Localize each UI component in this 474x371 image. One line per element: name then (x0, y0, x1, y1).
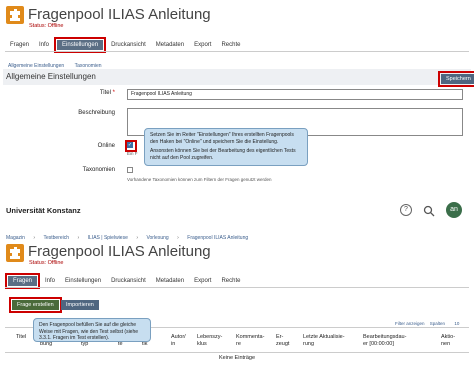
highlight-box: Frage erstellen (9, 297, 62, 313)
breadcrumb-item[interactable]: Magazin (6, 235, 25, 241)
rows-per-page[interactable]: 10 (454, 321, 459, 326)
description-label: Beschreibung (78, 110, 115, 116)
breadcrumb-item[interactable]: Fragenpool ILIAS Anleitung (187, 235, 248, 241)
col-header-typ[interactable]: typ (81, 341, 88, 348)
status-text: Status: Offline (29, 23, 64, 29)
breadcrumb-item[interactable]: Vorlesung (146, 235, 168, 241)
create-question-button[interactable]: Frage erstellen (12, 300, 59, 310)
taxonomies-checkbox[interactable] (127, 167, 133, 173)
tab-divider (5, 287, 469, 288)
col-header-punkte[interactable]: te (118, 341, 123, 348)
taxonomies-label: Taxonomien (82, 167, 115, 173)
import-button[interactable]: Importieren (61, 300, 99, 310)
page-title: Fragenpool ILIAS Anleitung (28, 6, 211, 23)
page-title: Fragenpool ILIAS Anleitung (28, 243, 211, 260)
tab-fragen[interactable]: Fragen (8, 276, 38, 286)
tab-einstellungen[interactable]: Einstellungen (57, 40, 104, 50)
chevron-right-icon: › (77, 235, 80, 241)
section-title: Allgemeine Einstellungen (6, 72, 96, 81)
online-label: Online (97, 143, 115, 149)
org-name: Universität Konstanz (6, 206, 81, 215)
empty-row: Keine Einträge (5, 355, 469, 361)
col-header-erzeugt[interactable]: Er- zeugt (276, 334, 289, 348)
table-controls: Filter anzeigen Spalten 10 (395, 321, 459, 326)
pool-logo-icon (6, 244, 24, 262)
avatar[interactable]: an (446, 202, 462, 218)
title-label: Titel * (99, 90, 115, 96)
tooltip-online: Setzen Sie im Reiter "Einstellungen" Ihr… (144, 128, 308, 166)
col-header-aktualisierung[interactable]: Letzte Aktualisie- rung (303, 334, 345, 348)
chevron-right-icon: › (177, 235, 179, 241)
chevron-right-icon: › (136, 235, 138, 241)
col-header-aktionen: Aktio- nen (441, 334, 456, 347)
col-header-bearbeitungsdauer[interactable]: Bearbeitungsdau- er [00:00:00] (363, 334, 406, 348)
title-input[interactable]: Fragenpool ILIAS Anleitung (127, 89, 463, 100)
col-header-statistik[interactable]: tik (142, 341, 148, 348)
chevron-right-icon: › (33, 235, 36, 241)
help-icon[interactable]: ? (400, 204, 412, 216)
columns-link[interactable]: Spalten (430, 321, 445, 326)
tooltip-create: Den Fragenpool befüllen Sie auf die glei… (33, 318, 151, 342)
pool-logo-icon (6, 6, 24, 24)
table-header-divider (5, 352, 469, 353)
col-header-beschreibung[interactable]: bung (40, 341, 52, 348)
col-header-autor[interactable]: Autor/ in (171, 334, 186, 348)
tooltip-text-1: Setzen Sie im Reiter "Einstellungen" Ihr… (150, 132, 294, 145)
breadcrumb-item[interactable]: ILIAS | Spielwiese (88, 235, 128, 241)
top-panel: Fragenpool ILIAS Anleitung Status: Offli… (0, 0, 474, 188)
status-text: Status: Offline (29, 260, 64, 266)
tooltip-text-2: Ansonsten können Sie bei der Bearbeitung… (150, 148, 296, 161)
taxonomies-hint: Vorhandene Taxonomien können zum Filtern… (127, 177, 272, 182)
col-header-kommentare[interactable]: Kommenta- re (236, 334, 264, 348)
breadcrumb-item[interactable]: Testbereich (43, 235, 69, 241)
tab-divider (5, 51, 469, 52)
breadcrumb: Magazin › Testbereich › ILIAS | Spielwie… (6, 226, 248, 244)
online-checkbox[interactable]: ✓ (127, 142, 133, 148)
col-header-lebenszyklus[interactable]: Lebenszy- klus (197, 334, 222, 348)
search-icon[interactable] (423, 204, 435, 217)
save-button[interactable]: Speichern (441, 74, 474, 84)
tooltip-text: Den Fragenpool befüllen Sie auf die glei… (39, 322, 139, 341)
empty-message: Keine Einträge (218, 355, 256, 361)
filter-link[interactable]: Filter anzeigen (395, 321, 425, 326)
highlight-box: Speichern (438, 71, 474, 87)
bottom-panel: Universität Konstanz ? an Magazin › Test… (0, 196, 474, 371)
col-header-titel[interactable]: Titel (16, 334, 26, 341)
online-hint: Ein F (127, 151, 138, 156)
title-label-text: Titel (99, 90, 111, 96)
